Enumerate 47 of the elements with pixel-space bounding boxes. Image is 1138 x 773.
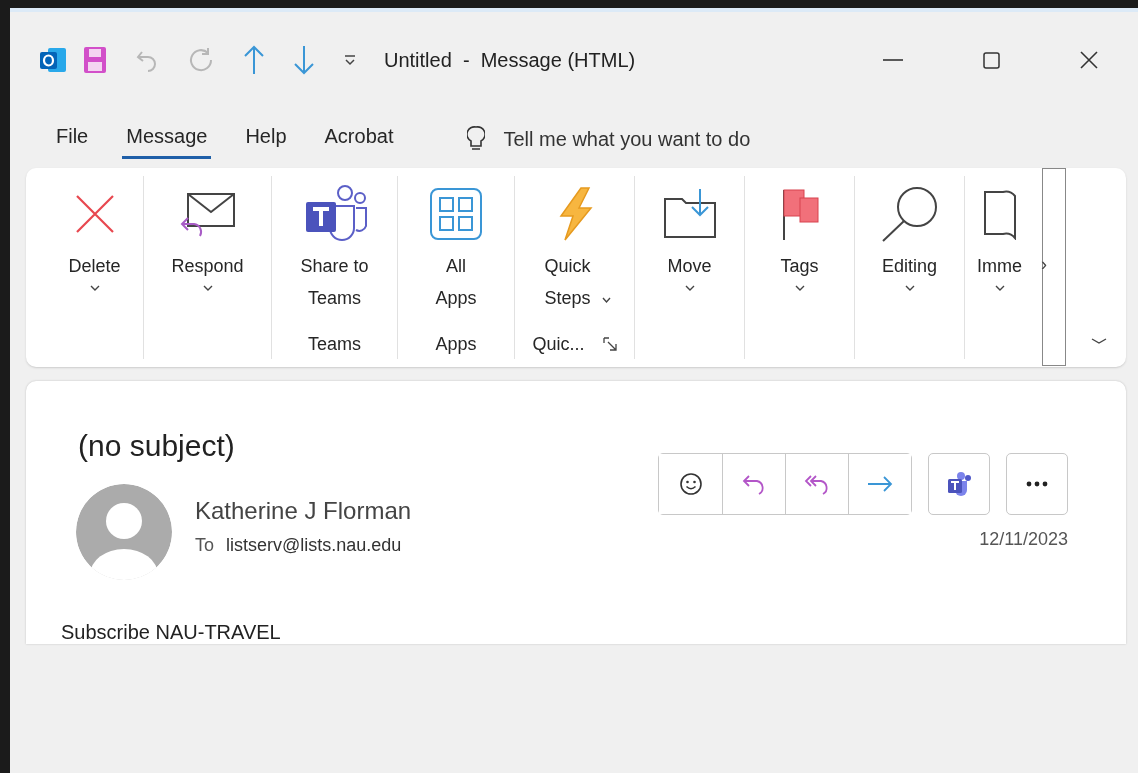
emoji-icon bbox=[678, 472, 703, 496]
dialog-launcher-icon[interactable] bbox=[602, 337, 617, 351]
message-subject: (no subject) bbox=[78, 429, 236, 463]
forward-icon bbox=[866, 474, 894, 494]
message-date: 12/11/2023 bbox=[979, 529, 1068, 550]
menu-tab[interactable]: File bbox=[52, 119, 93, 159]
save-icon[interactable] bbox=[82, 45, 108, 75]
down-arrow-icon[interactable] bbox=[292, 44, 316, 76]
maximize-icon[interactable] bbox=[980, 50, 1002, 70]
teams-button[interactable] bbox=[928, 453, 990, 515]
window-title: Untitled - Message (HTML) bbox=[384, 48, 636, 72]
recipient-address: listserv@lists.nau.edu bbox=[226, 535, 402, 556]
ribbon-button[interactable]: Tags bbox=[777, 182, 822, 333]
menu-tab[interactable]: Help bbox=[241, 119, 291, 159]
close-icon[interactable] bbox=[1078, 50, 1100, 70]
forward-button[interactable] bbox=[848, 454, 911, 514]
ribbon-button[interactable]: All Apps bbox=[427, 182, 485, 333]
up-arrow-icon[interactable] bbox=[242, 44, 266, 76]
menu-tab[interactable]: Message bbox=[122, 119, 212, 159]
more-icon bbox=[1026, 481, 1048, 487]
folder-move-icon bbox=[661, 187, 718, 241]
group-label: Teams bbox=[308, 333, 361, 355]
reply-icon bbox=[741, 472, 767, 496]
tell-me-field[interactable]: Tell me what you want to do bbox=[503, 127, 751, 151]
scroll-button[interactable] bbox=[1042, 168, 1066, 366]
customize-icon[interactable] bbox=[342, 52, 358, 68]
lightbulb-icon bbox=[467, 125, 486, 153]
ribbon-button[interactable]: Share to Teams bbox=[290, 182, 379, 333]
collapse-ribbon-icon bbox=[1090, 337, 1108, 345]
group-label: Quic... bbox=[532, 333, 585, 355]
apps-grid-icon bbox=[429, 187, 483, 241]
group-label: Apps bbox=[435, 333, 477, 355]
ribbon-button[interactable]: Delete bbox=[66, 182, 123, 333]
outlook-logo-icon bbox=[38, 46, 68, 74]
avatar-icon bbox=[75, 483, 173, 581]
scroll-right-arrow[interactable]: › bbox=[1041, 254, 1047, 275]
ribbon-button[interactable]: Editing bbox=[876, 182, 943, 333]
menu-tab[interactable]: Acrobat bbox=[320, 119, 398, 159]
sender-name: Katherine J Florman bbox=[195, 497, 412, 525]
to-label: To bbox=[195, 535, 214, 556]
ribbon-button[interactable]: Respond bbox=[169, 182, 246, 333]
teams-icon bbox=[946, 471, 972, 497]
more-button[interactable] bbox=[1006, 453, 1068, 515]
ribbon-button[interactable]: Quick Steps bbox=[535, 182, 614, 333]
ribbon-button[interactable]: Imme bbox=[975, 182, 1022, 333]
ribbon-button[interactable]: Move bbox=[659, 182, 720, 333]
message-body: Subscribe NAU-TRAVEL bbox=[61, 621, 282, 644]
